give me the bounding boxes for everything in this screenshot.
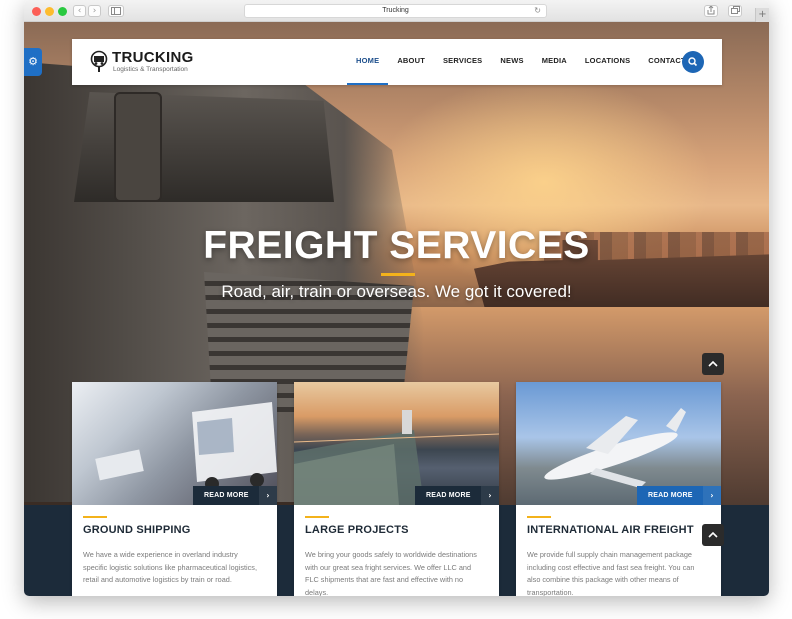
back-to-top-button[interactable] <box>702 524 724 546</box>
browser-window: ‹ › Trucking ↻ + FREIGHT SERVICES Road, … <box>24 0 769 596</box>
read-more-button[interactable]: READ MORE › <box>415 486 499 505</box>
browser-toolbar: ‹ › Trucking ↻ + <box>24 0 769 22</box>
page-title-in-address-bar: Trucking <box>382 7 409 14</box>
nav-item-media[interactable]: MEDIA <box>533 39 576 85</box>
close-window-button[interactable] <box>32 7 41 16</box>
new-tab-button[interactable]: + <box>755 8 769 22</box>
share-icon[interactable] <box>704 5 718 17</box>
card-title[interactable]: LARGE PROJECTS <box>305 524 409 536</box>
main-navigation: HOME ABOUT SERVICES NEWS MEDIA LOCATIONS… <box>347 39 695 85</box>
chevron-right-icon: › <box>481 486 499 505</box>
nav-item-news[interactable]: NEWS <box>491 39 532 85</box>
card-divider <box>527 516 551 518</box>
nav-item-home[interactable]: HOME <box>347 39 389 85</box>
read-more-button[interactable]: READ MORE › <box>637 486 721 505</box>
sidebar-toggle-icon[interactable] <box>108 5 124 17</box>
search-button[interactable] <box>682 51 704 73</box>
card-divider <box>305 516 329 518</box>
service-card-international-air-freight: READ MORE › INTERNATIONAL AIR FREIGHT We… <box>516 382 721 596</box>
back-button[interactable]: ‹ <box>73 5 86 17</box>
web-page: FREIGHT SERVICES Road, air, train or ove… <box>24 22 769 596</box>
tabs-overview-icon[interactable] <box>728 5 742 17</box>
chevron-right-icon: › <box>259 486 277 505</box>
trucking-logo-icon[interactable] <box>90 50 108 72</box>
card-description: We bring your goods safely to worldwide … <box>305 550 477 596</box>
search-icon <box>688 57 698 67</box>
card-title[interactable]: INTERNATIONAL AIR FREIGHT <box>527 524 694 536</box>
read-more-label: READ MORE <box>426 492 471 499</box>
hero-truck-mirror <box>114 92 162 202</box>
hero-title: FREIGHT SERVICES <box>203 224 590 267</box>
hero-truck-windshield <box>74 92 334 202</box>
site-header: TRUCKING Logistics & Transportation HOME… <box>72 39 722 85</box>
hero-divider <box>381 273 415 276</box>
nav-item-about[interactable]: ABOUT <box>388 39 434 85</box>
brand-name[interactable]: TRUCKING <box>112 49 194 66</box>
zoom-window-button[interactable] <box>58 7 67 16</box>
chevron-up-icon <box>708 531 718 538</box>
chevron-up-icon <box>708 360 718 367</box>
nav-item-locations[interactable]: LOCATIONS <box>576 39 639 85</box>
chevron-right-icon: › <box>703 486 721 505</box>
minimize-window-button[interactable] <box>45 7 54 16</box>
reload-icon[interactable]: ↻ <box>534 5 541 17</box>
card-description: We have a wide experience in overland in… <box>83 550 257 584</box>
card-divider <box>83 516 107 518</box>
read-more-button[interactable]: READ MORE › <box>193 486 277 505</box>
scroll-up-button[interactable] <box>702 353 724 375</box>
nav-item-services[interactable]: SERVICES <box>434 39 491 85</box>
card-description: We provide full supply chain management … <box>527 550 695 596</box>
read-more-label: READ MORE <box>648 492 693 499</box>
card-title[interactable]: GROUND SHIPPING <box>83 524 191 536</box>
settings-gear-icon[interactable]: ⚙ <box>24 48 42 76</box>
brand-tagline: Logistics & Transportation <box>113 66 188 73</box>
service-card-large-projects: READ MORE › LARGE PROJECTS We bring your… <box>294 382 499 596</box>
service-card-ground-shipping: READ MORE › GROUND SHIPPING We have a wi… <box>72 382 277 596</box>
hero-subtitle: Road, air, train or overseas. We got it … <box>221 282 572 301</box>
address-bar[interactable]: Trucking ↻ <box>244 4 547 18</box>
read-more-label: READ MORE <box>204 492 249 499</box>
forward-button[interactable]: › <box>88 5 101 17</box>
